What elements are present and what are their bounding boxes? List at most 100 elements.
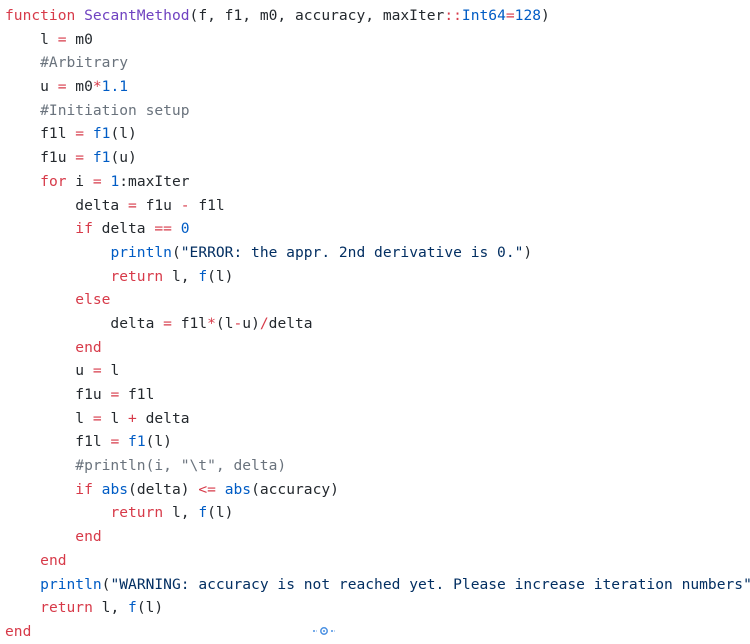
- code-text-token: f1u: [136, 196, 181, 214]
- number-literal-token: 128: [514, 7, 542, 24]
- code-line[interactable]: f1l = f1(l): [5, 430, 750, 454]
- function-call-token: f1: [92, 125, 111, 143]
- code-line[interactable]: l = m0: [5, 28, 750, 52]
- code-line[interactable]: println("WARNING: accuracy is not reache…: [5, 573, 750, 597]
- code-text-token: l,: [163, 267, 199, 285]
- comment-token: #println(i, "\t", delta): [5, 457, 287, 475]
- operator-token: =: [92, 362, 102, 380]
- code-text-token: m0: [66, 30, 93, 48]
- code-text-token: (delta): [128, 480, 199, 498]
- keyword-token: end: [40, 551, 67, 569]
- code-text-token: (l: [215, 314, 234, 332]
- code-line[interactable]: end: [5, 525, 750, 549]
- operator-token: =: [128, 196, 137, 214]
- code-text-token: (u): [110, 149, 137, 167]
- code-text-token: l: [101, 362, 120, 380]
- code-line[interactable]: f1u = f1(u): [5, 146, 750, 170]
- code-line[interactable]: #println(i, "\t", delta): [5, 454, 750, 478]
- keyword-token: if: [75, 220, 93, 238]
- operator-token: -: [180, 196, 190, 214]
- keyword-token: return: [40, 599, 93, 617]
- number-literal-token: 0: [180, 220, 190, 238]
- keyword-token: for: [40, 172, 67, 190]
- code-editor[interactable]: function SecantMethod(f, f1, m0, accurac…: [0, 0, 750, 641]
- code-line[interactable]: #Initiation setup: [5, 99, 750, 123]
- operator-token: =: [92, 172, 102, 190]
- code-line[interactable]: for i = 1:maxIter: [5, 170, 750, 194]
- code-line[interactable]: return l, f(l): [5, 501, 750, 525]
- operator-token: =: [92, 409, 102, 427]
- function-call-token: println: [110, 243, 172, 261]
- code-line[interactable]: end: [5, 336, 750, 360]
- code-line[interactable]: delta = f1u - f1l: [5, 194, 750, 218]
- code-text-token: l: [101, 409, 129, 427]
- code-text-token: delta: [268, 314, 313, 332]
- code-line[interactable]: end: [5, 549, 750, 573]
- code-text-token: delta: [5, 314, 164, 332]
- code-line[interactable]: function SecantMethod(f, f1, m0, accurac…: [5, 4, 750, 28]
- code-line[interactable]: else: [5, 288, 750, 312]
- operator-token: =: [110, 386, 120, 403]
- operator-token: *: [207, 314, 216, 332]
- code-text-token: (l): [207, 504, 234, 522]
- code-line[interactable]: delta = f1l*(l-u)/delta: [5, 312, 750, 336]
- operator-token: =: [75, 125, 85, 143]
- code-text-token: f1u: [5, 386, 111, 403]
- code-block[interactable]: function SecantMethod(f, f1, m0, accurac…: [5, 4, 750, 644]
- code-line[interactable]: #Arbitrary: [5, 51, 750, 75]
- code-text-token: l,: [163, 504, 199, 522]
- code-line[interactable]: return l, f(l): [5, 596, 750, 620]
- code-line[interactable]: println("ERROR: the appr. 2nd derivative…: [5, 241, 750, 265]
- code-text-token: delta: [92, 220, 155, 238]
- code-text-token: delta: [5, 196, 129, 214]
- code-text-token: (accuracy): [251, 480, 339, 498]
- keyword-token: end: [75, 338, 102, 356]
- code-line[interactable]: end: [5, 620, 750, 644]
- code-line[interactable]: u = l: [5, 359, 750, 383]
- code-text-token: (l): [136, 599, 164, 617]
- operator-token: -: [233, 314, 243, 332]
- number-literal-token: 1.1: [101, 78, 129, 96]
- type-annotation-token: Int64: [461, 7, 506, 24]
- keyword-token: return: [110, 504, 164, 522]
- code-text-token: u): [242, 314, 260, 332]
- code-text-token: ): [523, 243, 533, 261]
- code-text-token: f1l: [5, 433, 111, 451]
- code-line[interactable]: l = l + delta: [5, 407, 750, 431]
- code-text-token: l: [5, 409, 93, 427]
- code-line[interactable]: if delta == 0: [5, 217, 750, 241]
- function-call-token: f1: [92, 149, 111, 167]
- code-line[interactable]: f1u = f1l: [5, 383, 750, 407]
- code-text-token: l: [5, 30, 58, 48]
- code-text-token: (l): [110, 125, 137, 143]
- code-line[interactable]: return l, f(l): [5, 265, 750, 289]
- code-line[interactable]: u = m0*1.1: [5, 75, 750, 99]
- code-line[interactable]: if abs(delta) <= abs(accuracy): [5, 478, 750, 502]
- operator-token: =: [57, 78, 67, 96]
- string-literal-token: "ERROR: the appr. 2nd derivative is 0.": [180, 243, 524, 261]
- function-call-token: f: [198, 267, 208, 285]
- keyword-token: end: [5, 622, 32, 640]
- code-text-token: delta: [136, 409, 190, 427]
- operator-token: =: [57, 30, 67, 48]
- operator-token: =: [75, 149, 85, 167]
- code-text-token: l,: [92, 599, 129, 617]
- code-text-token: f1l: [189, 196, 225, 214]
- code-text-token: (: [171, 243, 181, 261]
- operator-token: =: [505, 7, 515, 24]
- function-call-token: f: [128, 599, 137, 617]
- keyword-token: function: [5, 7, 76, 24]
- keyword-token: end: [75, 528, 102, 546]
- code-line[interactable]: f1l = f1(l): [5, 122, 750, 146]
- code-text-token: u: [5, 78, 58, 96]
